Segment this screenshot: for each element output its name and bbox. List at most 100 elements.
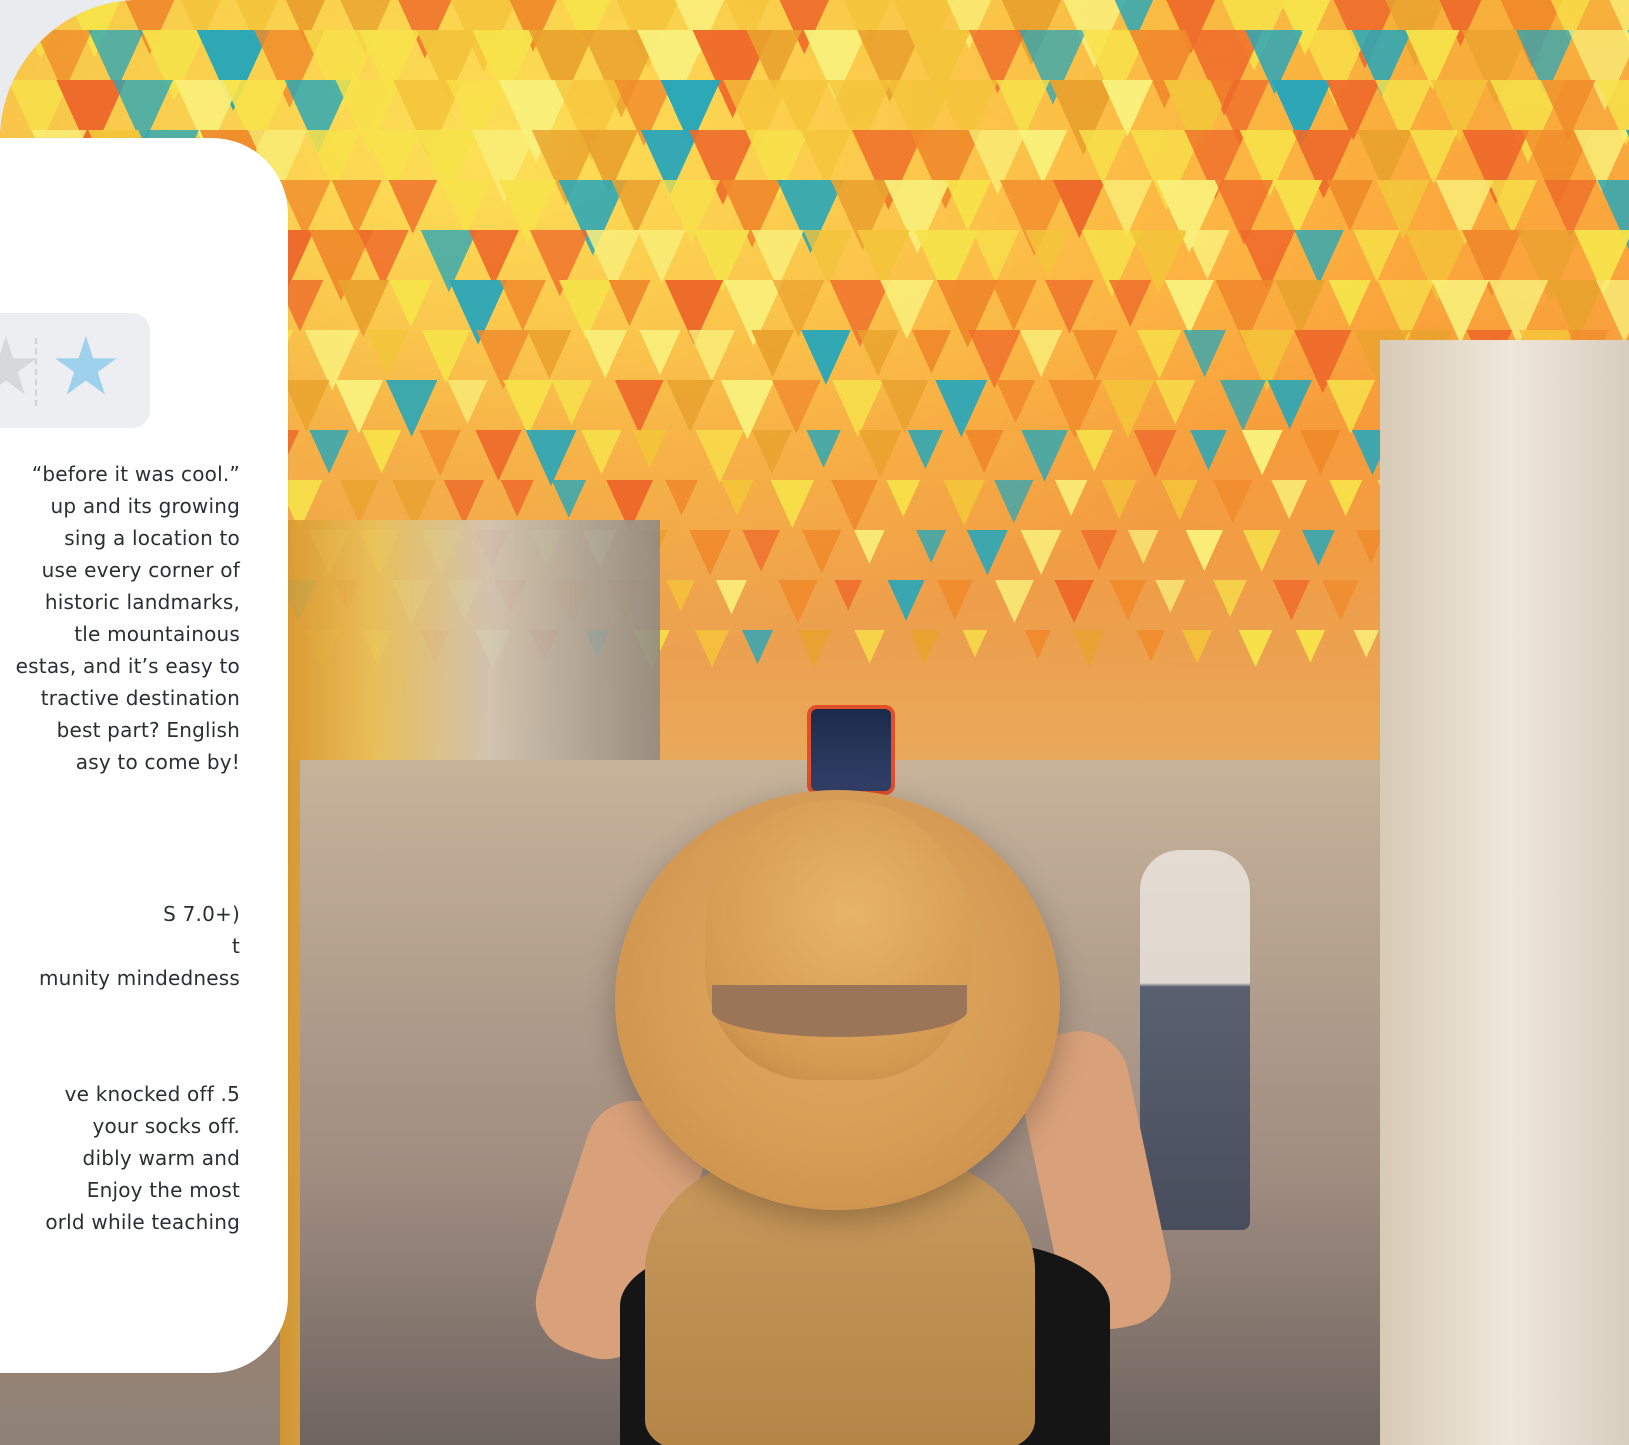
bunting-flag (1487, 180, 1538, 235)
bunting-flag (637, 230, 686, 283)
bunting-flag (527, 330, 572, 379)
bunting-flag (995, 380, 1036, 424)
bunting-flag (1242, 530, 1281, 572)
bunting-flag (1219, 380, 1267, 431)
requirements-list: S 7.0+) t munity mindedness (0, 898, 240, 994)
straw-hat-crown (705, 800, 970, 1080)
bunting-flag (742, 530, 780, 572)
bunting-flag (1301, 530, 1335, 567)
bunting-flag (751, 430, 792, 475)
bunting-flag (331, 180, 382, 236)
bunting-flag (639, 330, 681, 376)
bunting-flag (1072, 630, 1106, 667)
bunting-flag (309, 430, 349, 474)
bunting-flag (385, 380, 438, 437)
bunting-flag (551, 380, 593, 425)
star-icon-active: ★ (50, 320, 122, 413)
bunting-flag (366, 330, 408, 376)
bunting-flag (357, 230, 409, 287)
bunting-flag (909, 630, 941, 665)
bunting-flag (1080, 530, 1118, 571)
bunting-flag (742, 630, 774, 665)
bunting-flag (1155, 380, 1196, 425)
rating-box: ★ ★ (0, 313, 150, 428)
text-line: Enjoy the most (86, 1178, 240, 1202)
bunting-flag (971, 230, 1020, 283)
text-line: your socks off. (92, 1114, 240, 1138)
bunting-flag (1326, 380, 1376, 434)
bunting-flag (886, 480, 921, 518)
bunting-flag (1101, 480, 1137, 519)
bunting-flag (1101, 380, 1155, 438)
bunting-flag (751, 330, 795, 378)
bunting-flag (770, 480, 815, 528)
bunting-flag (1075, 430, 1114, 472)
bunting-flag (1020, 530, 1062, 575)
bunting-flag (751, 230, 805, 289)
bunting-flag (858, 430, 902, 478)
bunting-flag (1294, 230, 1344, 285)
bunting-flag (803, 230, 853, 285)
bunting-flag (854, 530, 885, 564)
bunting-flag (887, 580, 925, 621)
bunting-flag (1021, 430, 1069, 482)
bunting-flag (468, 230, 519, 286)
bunting-flag (771, 380, 821, 434)
bunting-flag (831, 480, 878, 532)
bunting-flag (797, 630, 832, 668)
bunting-flag (715, 580, 748, 615)
bunting-flag (911, 330, 952, 374)
text-line: orld while teaching (45, 1210, 240, 1234)
text-line: best part? English (56, 718, 240, 742)
closing-paragraph: ve knocked off .5 your socks off. dibly … (0, 1078, 240, 1238)
bunting-flag (334, 380, 384, 434)
bunting-flag (1182, 630, 1213, 664)
bunting-flag (880, 380, 929, 433)
bunting-flag (936, 580, 973, 620)
bunting-flag (1322, 580, 1359, 621)
bunting-flag (943, 480, 985, 526)
smartphone (807, 705, 895, 795)
bunting-flag (499, 280, 546, 332)
bunting-flag (990, 280, 1037, 331)
bunting-flag (831, 380, 884, 438)
text-line: use every corner of (41, 558, 240, 582)
bunting-flag (337, 280, 390, 338)
rating-divider (35, 338, 37, 406)
list-item: munity mindedness (38, 966, 240, 990)
text-line: tractive destination (40, 686, 240, 710)
bunting-flag (632, 430, 668, 469)
bunting-flag (1018, 130, 1068, 185)
bunting-flag (475, 430, 522, 481)
bunting-flag (361, 430, 402, 474)
bunting-flag (916, 530, 947, 564)
bunting-flag (1543, 180, 1597, 238)
bunting-flag (611, 180, 662, 235)
hat-band (712, 985, 967, 1037)
bunting-flag (857, 330, 899, 377)
bunting-flag (994, 480, 1034, 524)
bunting-flag (834, 580, 863, 611)
bunting-flag (695, 430, 744, 484)
text-line: up and its growing (50, 494, 240, 518)
text-line: historic landmarks, (44, 590, 240, 614)
building-right (1380, 340, 1629, 1445)
text-line: tle mountainous (74, 622, 240, 646)
bunting-flag (1329, 480, 1363, 517)
bunting-flag (1164, 280, 1215, 335)
bunting-flag (608, 280, 651, 327)
text-line: asy to come by! (75, 750, 240, 774)
bunting-flag (1328, 280, 1371, 327)
bunting-flag (720, 480, 754, 516)
background-person (1140, 850, 1250, 1230)
bunting-flag (500, 480, 534, 517)
bunting-flag (1184, 230, 1230, 280)
bunting-flag (1241, 430, 1283, 476)
bunting-flag (1238, 630, 1273, 668)
bunting-flag (551, 480, 586, 518)
bunting-flag (1267, 380, 1312, 429)
bunting-flag (1127, 530, 1159, 564)
text-line: estas, and it’s easy to (15, 654, 240, 678)
bunting-flag (1054, 580, 1094, 624)
bunting-flag (421, 330, 471, 384)
